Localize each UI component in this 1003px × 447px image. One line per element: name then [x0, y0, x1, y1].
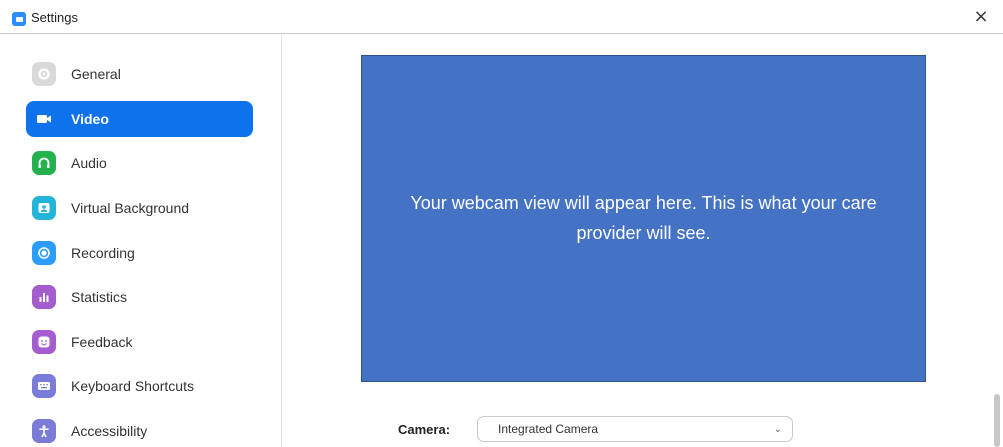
smiley-icon [32, 330, 56, 354]
sidebar-item-general[interactable]: General [26, 56, 253, 92]
scrollbar[interactable] [991, 34, 1003, 447]
sidebar-item-label: Accessibility [71, 423, 148, 439]
close-button[interactable]: × [971, 7, 991, 27]
sidebar-item-label: Audio [71, 155, 107, 171]
sidebar-item-label: Video [71, 111, 109, 127]
record-icon [32, 241, 56, 265]
camera-select-value: Integrated Camera [498, 422, 599, 436]
video-camera-icon [32, 107, 56, 131]
window-title: Settings [31, 10, 78, 25]
video-settings-panel: Your webcam view will appear here. This … [283, 34, 1003, 447]
zoom-app-icon [12, 12, 26, 26]
sidebar-item-label: General [71, 66, 121, 82]
sidebar-item-accessibility[interactable]: Accessibility [26, 413, 253, 447]
camera-label: Camera: [398, 421, 451, 437]
scrollbar-thumb[interactable] [994, 394, 1000, 447]
keyboard-icon [32, 374, 56, 398]
accessibility-icon [32, 419, 56, 443]
title-bar: Settings × [0, 0, 1003, 34]
sidebar-item-video[interactable]: Video [26, 101, 253, 137]
camera-row: Camera: Integrated Camera ⌄ [398, 414, 793, 444]
sidebar-item-feedback[interactable]: Feedback [26, 324, 253, 360]
person-card-icon [32, 196, 56, 220]
sidebar-item-audio[interactable]: Audio [26, 145, 253, 181]
headphones-icon [32, 151, 56, 175]
webcam-preview-text: Your webcam view will appear here. This … [410, 192, 877, 243]
sidebar-item-keyboard-shortcuts[interactable]: Keyboard Shortcuts [26, 368, 253, 404]
sidebar-item-statistics[interactable]: Statistics [26, 279, 253, 315]
sidebar-item-recording[interactable]: Recording [26, 235, 253, 271]
sidebar: General Video Audio Virtual Background R [0, 34, 282, 447]
sidebar-item-label: Recording [71, 245, 135, 261]
sidebar-item-label: Feedback [71, 334, 133, 350]
chevron-down-icon: ⌄ [773, 423, 782, 435]
sidebar-item-label: Keyboard Shortcuts [71, 378, 194, 394]
camera-select[interactable]: Integrated Camera ⌄ [477, 416, 793, 442]
webcam-preview: Your webcam view will appear here. This … [361, 55, 926, 382]
sidebar-item-virtual-background[interactable]: Virtual Background [26, 190, 253, 226]
settings-window: Settings × General Video Audio Virtual B… [0, 0, 1003, 447]
sidebar-item-label: Statistics [71, 289, 128, 305]
bar-chart-icon [32, 285, 56, 309]
gear-icon [32, 62, 56, 86]
sidebar-item-label: Virtual Background [71, 200, 190, 216]
